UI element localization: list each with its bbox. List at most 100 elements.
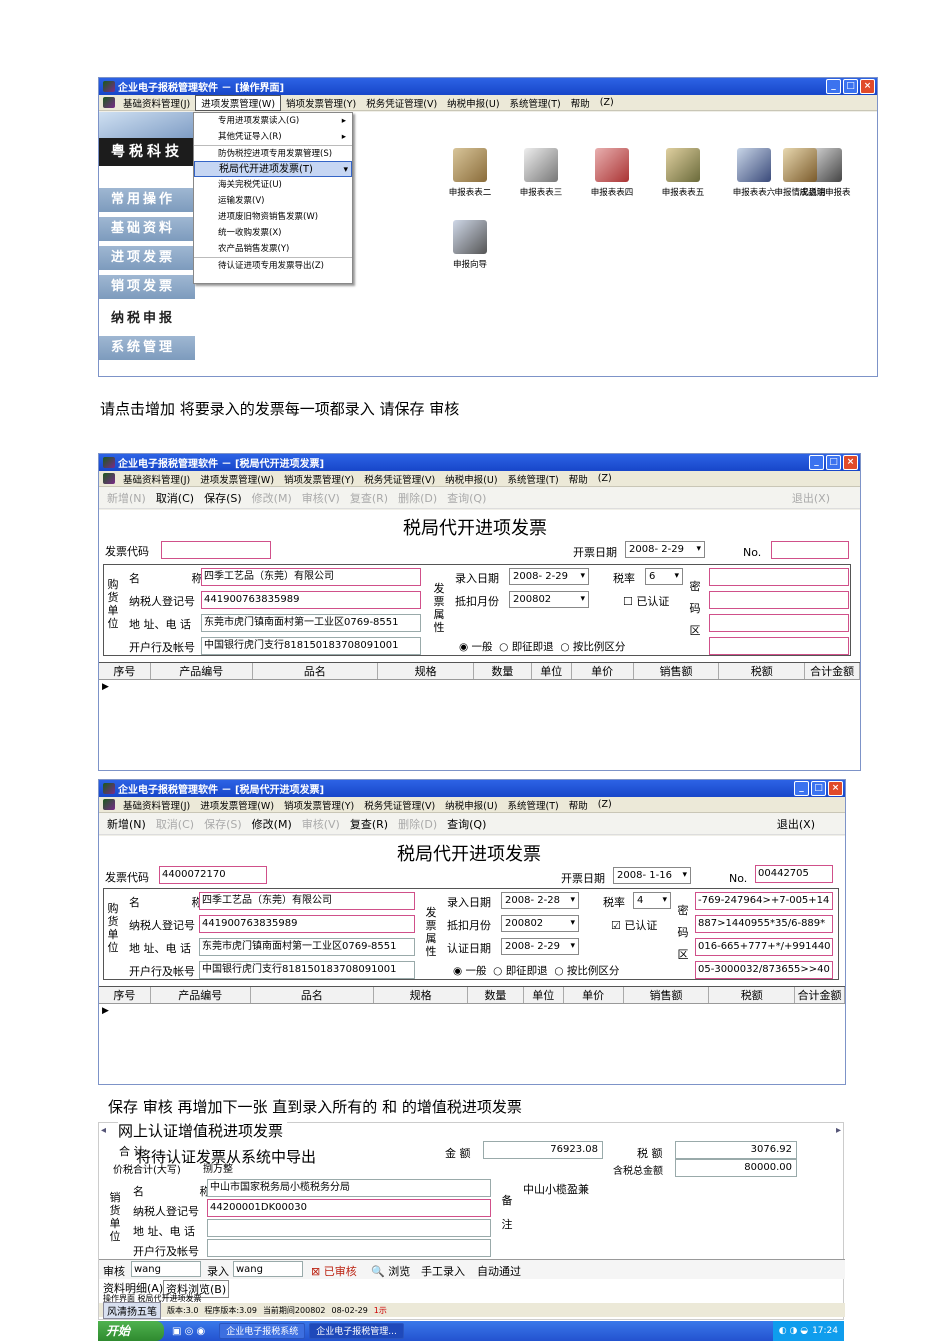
new-button[interactable]: 新增(N) — [107, 816, 146, 832]
menu-tax-voucher[interactable]: 税务凭证管理(V) — [361, 96, 442, 110]
delete-button[interactable]: 删除(D) — [398, 816, 437, 832]
audited-button[interactable]: ⊠ 已审核 — [311, 1263, 357, 1279]
issue-date-select[interactable]: 2008- 2-29 — [625, 541, 705, 558]
col-total[interactable]: 合计金额 — [795, 987, 845, 1003]
manual-entry-button[interactable]: 手工录入 — [421, 1263, 465, 1279]
menu-system[interactable]: 系统管理(T) — [503, 472, 564, 486]
quicklaunch-icons[interactable]: ▣ ◎ ◉ — [172, 1326, 205, 1337]
entry-date-select[interactable]: 2008- 2-28 — [501, 892, 579, 909]
task-tax-system[interactable]: 企业电子报税系统 — [219, 1323, 306, 1339]
menu-input-invoice[interactable]: 进项发票管理(W) — [195, 472, 279, 486]
col-qty[interactable]: 数量 — [468, 987, 524, 1003]
popup-item-tax-bureau-invoice[interactable]: 税局代开进项发票(T) — [194, 161, 352, 178]
menu-output-invoice[interactable]: 销项发票管理(Y) — [281, 96, 361, 110]
tool-report-3[interactable]: 申报表表三 — [506, 148, 576, 198]
modify-button[interactable]: 修改(M) — [252, 490, 292, 506]
minimize-icon[interactable]: _ — [794, 781, 809, 796]
side-common-ops[interactable]: 常用操作 — [99, 188, 195, 212]
close-icon[interactable]: × — [828, 781, 843, 796]
menu-basic-data[interactable]: 基础资料管理(J) — [118, 798, 195, 812]
popup-item-other-import[interactable]: 其他凭证导入(R) ▸ — [194, 129, 352, 145]
delete-button[interactable]: 删除(D) — [398, 490, 437, 506]
ime-indicator[interactable]: 风清扬五笔 — [103, 1301, 161, 1319]
menu-output-invoice[interactable]: 销项发票管理(Y) — [279, 798, 359, 812]
menu-output-invoice[interactable]: 销项发票管理(Y) — [279, 472, 359, 486]
save-button[interactable]: 保存(S) — [204, 816, 242, 832]
popup-item-anti-fake[interactable]: 防伪税控进项专用发票管理(S) — [194, 145, 352, 161]
secret-line-3[interactable] — [709, 614, 849, 632]
seller-bank-input[interactable] — [207, 1239, 491, 1257]
rate-select[interactable]: 4 — [633, 892, 671, 909]
seller-name-input[interactable]: 中山市国家税务局小榄税务分局 — [207, 1179, 491, 1197]
scroll-right-icon[interactable]: ▸ — [836, 1125, 841, 1136]
popup-item-customs[interactable]: 海关完税凭证(U) — [194, 177, 352, 193]
col-price[interactable]: 单价 — [564, 987, 624, 1003]
col-unit[interactable]: 单位 — [524, 987, 564, 1003]
tool-report-5[interactable]: 申报表表五 — [648, 148, 718, 198]
menu-z[interactable]: (Z) — [595, 97, 619, 108]
buyer-addr-input[interactable]: 东莞市虎门镇南面村第一工业区0769-8551 — [201, 614, 421, 632]
exit-button[interactable]: 退出(X) — [792, 490, 830, 506]
no-input[interactable]: 00442705 — [755, 865, 833, 883]
maximize-icon[interactable]: □ — [843, 79, 858, 94]
menu-tax-declare[interactable]: 纳税申报(U) — [440, 798, 502, 812]
col-qty[interactable]: 数量 — [474, 663, 532, 679]
buyer-addr-input[interactable]: 东莞市虎门镇南面村第一工业区0769-8551 — [199, 938, 415, 956]
menu-z[interactable]: (Z) — [593, 799, 617, 810]
secret-line-1[interactable]: -769-247964>+7-005+14 — [695, 892, 833, 910]
menu-tax-declare[interactable]: 纳税申报(U) — [442, 96, 504, 110]
certified-checkbox[interactable]: ☑ 已认证 — [611, 917, 657, 933]
opts-radio-group[interactable]: ◉ 一般 ○ 即征即退 ○ 按比例区分 — [453, 963, 619, 978]
minimize-icon[interactable]: _ — [826, 79, 841, 94]
close-icon[interactable]: × — [860, 79, 875, 94]
buyer-taxid-input[interactable]: 441900763835989 — [201, 591, 421, 609]
amount-value[interactable]: 76923.08 — [483, 1141, 603, 1159]
query-button[interactable]: 查询(Q) — [447, 816, 486, 832]
seller-taxid-input[interactable]: 44200001DK00030 — [207, 1199, 491, 1217]
browse-button[interactable]: 🔍 浏览 — [371, 1263, 410, 1279]
close-icon[interactable]: × — [843, 455, 858, 470]
buyer-name-input[interactable]: 四季工艺品（东莞）有限公司 — [201, 568, 421, 586]
tax-value[interactable]: 3076.92 — [675, 1141, 797, 1159]
tool-declare-guide[interactable]: 申报向导 — [435, 220, 505, 270]
remark-value[interactable]: 中山小榄盈兼 — [523, 1181, 589, 1197]
col-sales[interactable]: 销售额 — [634, 663, 720, 679]
side-system[interactable]: 系统管理 — [99, 336, 195, 360]
menu-help[interactable]: 帮助 — [564, 472, 593, 486]
auto-pass-button[interactable]: 自动通过 — [477, 1263, 521, 1279]
col-total[interactable]: 合计金额 — [805, 663, 860, 679]
buyer-bank-input[interactable]: 中国银行虎门支行818150183708091001 — [201, 637, 421, 655]
task-tax-manager[interactable]: 企业电子报税管理... — [309, 1323, 404, 1339]
exit-button[interactable]: 退出(X) — [777, 816, 815, 832]
menu-input-invoice[interactable]: 进项发票管理(W) — [195, 94, 282, 111]
maximize-icon[interactable]: □ — [826, 455, 841, 470]
side-basic-data[interactable]: 基础资料 — [99, 217, 195, 241]
side-output-invoice[interactable]: 销项发票 — [99, 275, 195, 299]
tray-icons[interactable]: ◐ ◑ ◒ — [779, 1321, 808, 1341]
col-seq[interactable]: 序号 — [99, 663, 151, 679]
popup-item-agri[interactable]: 农产品销售发票(Y) — [194, 241, 352, 257]
popup-item-scrap[interactable]: 进项废旧物资销售发票(W) — [194, 209, 352, 225]
cancel-button[interactable]: 取消(C) — [156, 490, 194, 506]
buyer-bank-input[interactable]: 中国银行虎门支行818150183708091001 — [199, 961, 415, 979]
col-price[interactable]: 单价 — [572, 663, 634, 679]
recheck-button[interactable]: 复查(R) — [350, 816, 388, 832]
cert-date-select[interactable]: 2008- 2-29 — [501, 938, 579, 955]
menu-help[interactable]: 帮助 — [566, 96, 595, 110]
no-input[interactable] — [771, 541, 849, 559]
save-button[interactable]: 保存(S) — [204, 490, 242, 506]
incl-value[interactable]: 80000.00 — [675, 1159, 797, 1177]
modify-button[interactable]: 修改(M) — [252, 816, 292, 832]
menu-help[interactable]: 帮助 — [564, 798, 593, 812]
menu-basic-data[interactable]: 基础资料管理(J) — [118, 96, 195, 110]
secret-line-1[interactable] — [709, 568, 849, 586]
col-spec[interactable]: 规格 — [374, 987, 469, 1003]
menu-system[interactable]: 系统管理(T) — [503, 798, 564, 812]
col-sales[interactable]: 销售额 — [624, 987, 710, 1003]
col-spec[interactable]: 规格 — [378, 663, 475, 679]
invoice-code-input[interactable] — [161, 541, 271, 559]
side-tax-declare[interactable]: 纳税申报 — [99, 307, 195, 331]
invoice-code-input[interactable]: 4400072170 — [159, 866, 267, 884]
opts-radio-group[interactable]: ◉ 一般 ○ 即征即退 ○ 按比例区分 — [459, 639, 625, 654]
menu-tax-declare[interactable]: 纳税申报(U) — [440, 472, 502, 486]
